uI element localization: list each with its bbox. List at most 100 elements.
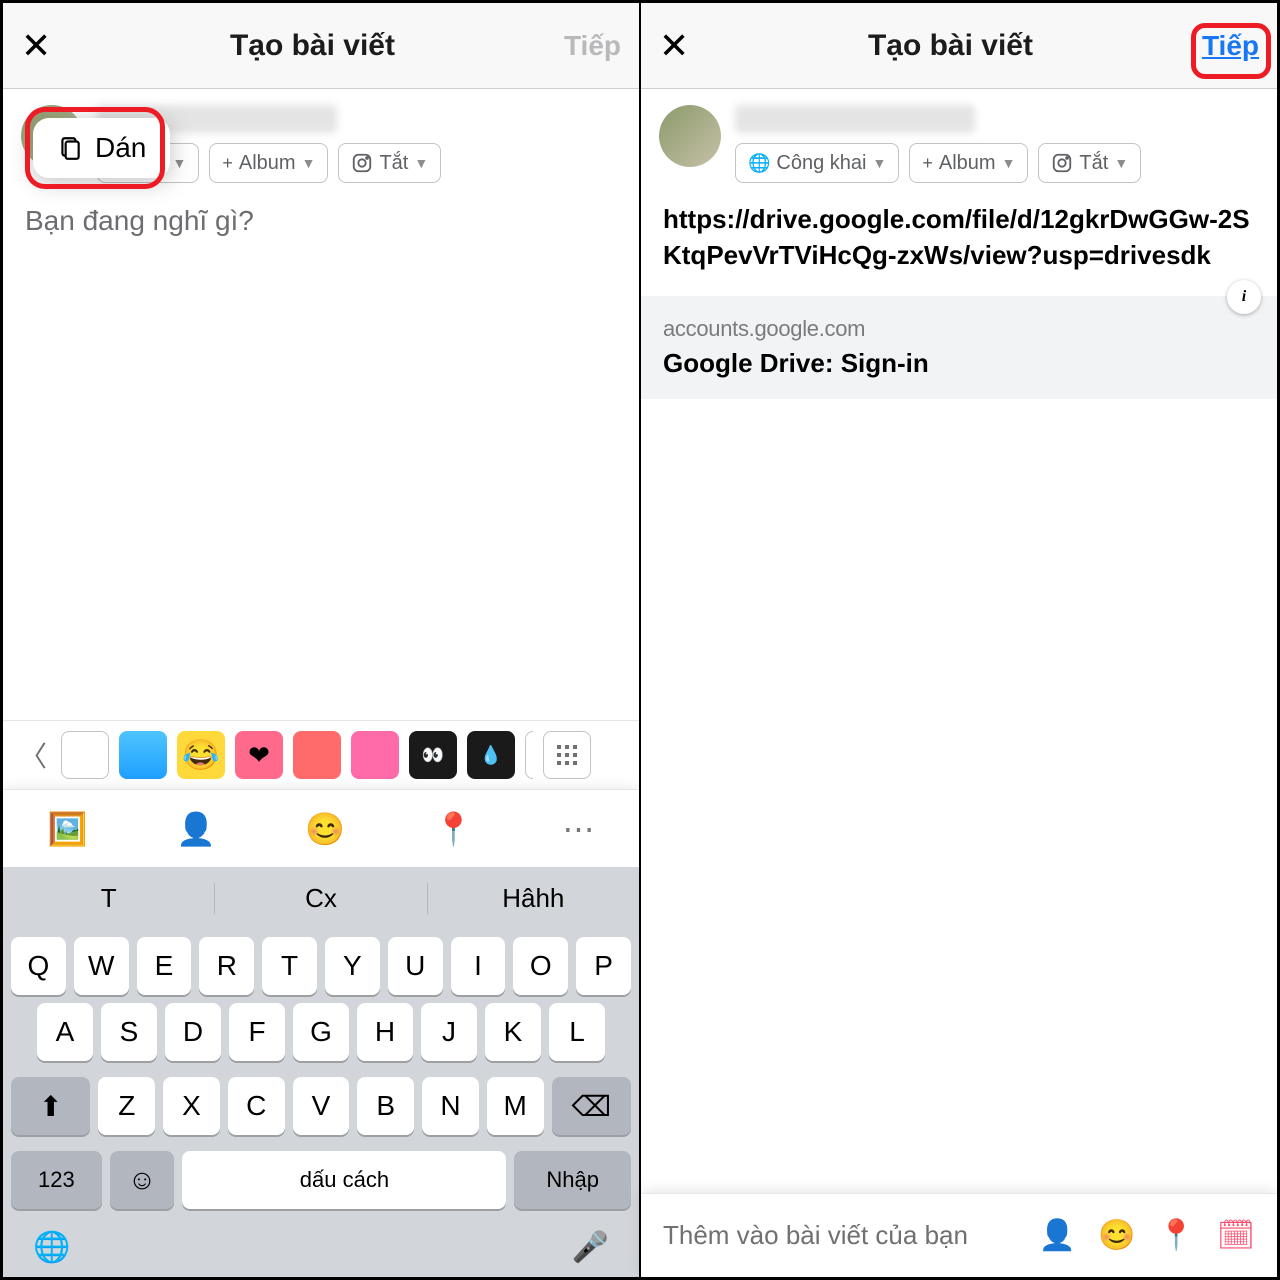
link-preview-title: Google Drive: Sign-in <box>663 348 1255 379</box>
globe-icon[interactable]: 🌐 <box>33 1230 70 1265</box>
bg-option-red[interactable] <box>293 731 341 779</box>
tag-friends-icon[interactable]: 👤 <box>176 810 216 848</box>
key-j[interactable]: J <box>421 1003 477 1061</box>
location-icon[interactable]: 📍 <box>434 810 474 848</box>
key-y[interactable]: Y <box>325 937 380 995</box>
emoji-key[interactable]: ☺ <box>110 1151 175 1209</box>
key-q[interactable]: Q <box>11 937 66 995</box>
key-row-2: A S D F G H J K L <box>3 1003 639 1069</box>
instagram-chip[interactable]: Tắt ▼ <box>1038 143 1141 183</box>
feeling-icon[interactable]: 😊 <box>305 810 345 848</box>
next-button[interactable]: Tiếp <box>1202 30 1259 62</box>
key-v[interactable]: V <box>293 1077 350 1135</box>
link-preview-card[interactable]: i accounts.google.com Google Drive: Sign… <box>641 296 1277 399</box>
close-icon[interactable]: ✕ <box>659 25 699 67</box>
key-h[interactable]: H <box>357 1003 413 1061</box>
key-w[interactable]: W <box>74 937 129 995</box>
key-s[interactable]: S <box>101 1003 157 1061</box>
key-m[interactable]: M <box>487 1077 544 1135</box>
bg-option-blue[interactable] <box>119 731 167 779</box>
privacy-chip[interactable]: 🌐 Công khai ▼ <box>735 143 899 183</box>
gif-icon[interactable]: 🗓 <box>1217 1218 1255 1253</box>
keyboard-bottom-bar: 🌐 🎤 <box>3 1217 639 1277</box>
suggestion-1[interactable]: T <box>3 883 215 914</box>
bg-option-heart[interactable]: ❤ <box>235 731 283 779</box>
chevron-down-icon: ▼ <box>1002 155 1016 171</box>
instagram-icon <box>1051 152 1073 174</box>
plus-icon: + <box>922 153 933 174</box>
key-a[interactable]: A <box>37 1003 93 1061</box>
key-x[interactable]: X <box>163 1077 220 1135</box>
key-r[interactable]: R <box>199 937 254 995</box>
chevron-down-icon: ▼ <box>302 155 316 171</box>
right-screenshot: ✕ Tạo bài viết Tiếp 🌐 Công khai ▼ + Albu… <box>640 0 1280 1280</box>
key-o[interactable]: O <box>513 937 568 995</box>
paste-popover[interactable]: Dán <box>33 118 170 178</box>
suggestion-3[interactable]: Hâhh <box>428 883 639 914</box>
more-icon[interactable]: ⋯ <box>563 810 595 848</box>
bg-option-none[interactable] <box>61 731 109 779</box>
clipboard-icon <box>57 135 83 161</box>
location-icon[interactable]: 📍 <box>1158 1218 1195 1253</box>
next-button[interactable]: Tiếp <box>564 30 621 62</box>
chevron-down-icon: ▼ <box>173 155 187 171</box>
info-icon[interactable]: i <box>1227 280 1261 314</box>
key-l[interactable]: L <box>549 1003 605 1061</box>
backspace-key[interactable]: ⌫ <box>552 1077 631 1135</box>
tag-friends-icon[interactable]: 👤 <box>1039 1218 1076 1253</box>
key-u[interactable]: U <box>388 937 443 995</box>
post-placeholder: Bạn đang nghĩ gì? <box>25 205 254 236</box>
key-i[interactable]: I <box>451 937 506 995</box>
key-k[interactable]: K <box>485 1003 541 1061</box>
mic-icon[interactable]: 🎤 <box>572 1230 609 1265</box>
key-z[interactable]: Z <box>98 1077 155 1135</box>
album-chip[interactable]: + Album ▼ <box>209 143 328 183</box>
numbers-key[interactable]: 123 <box>11 1151 102 1209</box>
key-t[interactable]: T <box>262 937 317 995</box>
composer-meta: 🌐 Công khai ▼ + Album ▼ Tắt ▼ <box>641 89 1277 191</box>
feeling-icon[interactable]: 😊 <box>1098 1218 1135 1253</box>
chevron-down-icon: ▼ <box>414 155 428 171</box>
bg-option-pink[interactable] <box>351 731 399 779</box>
key-e[interactable]: E <box>137 937 192 995</box>
chevron-down-icon: ▼ <box>872 155 886 171</box>
bg-prev-icon[interactable]: 〈 <box>15 735 51 775</box>
paste-label: Dán <box>95 132 146 164</box>
album-chip[interactable]: + Album ▼ <box>909 143 1028 183</box>
key-c[interactable]: C <box>228 1077 285 1135</box>
attachment-bar: 🖼️ 👤 😊 📍 ⋯ <box>3 789 639 867</box>
page-title: Tạo bài viết <box>61 29 564 63</box>
key-b[interactable]: B <box>357 1077 414 1135</box>
bg-option-drops[interactable]: 💧 <box>467 731 515 779</box>
plus-icon: + <box>222 153 233 174</box>
grid-icon <box>557 745 577 765</box>
key-n[interactable]: N <box>422 1077 479 1135</box>
key-g[interactable]: G <box>293 1003 349 1061</box>
background-picker: 〈 😂 ❤ 👀 💧 <box>3 720 639 789</box>
post-textarea[interactable]: Bạn đang nghĩ gì? <box>3 191 639 250</box>
instagram-chip[interactable]: Tắt ▼ <box>338 143 441 183</box>
add-to-post-bar[interactable]: Thêm vào bài viết của bạn 👤 😊 📍 🗓 <box>641 1193 1277 1277</box>
shift-key[interactable]: ⬆ <box>11 1077 90 1135</box>
key-d[interactable]: D <box>165 1003 221 1061</box>
globe-icon: 🌐 <box>748 153 770 174</box>
keyboard: T Cx Hâhh Q W E R T Y U I O P A S D F G … <box>3 867 639 1277</box>
album-label: Album <box>239 152 296 175</box>
bg-option-eyes[interactable]: 👀 <box>409 731 457 779</box>
bg-grid-button[interactable] <box>543 731 591 779</box>
post-textarea[interactable]: https://drive.google.com/file/d/12gkrDwG… <box>641 191 1277 284</box>
space-key[interactable]: dấu cách <box>182 1151 506 1209</box>
link-preview-domain: accounts.google.com <box>663 316 1255 342</box>
bg-option-laugh[interactable]: 😂 <box>177 731 225 779</box>
suggestion-2[interactable]: Cx <box>215 883 427 914</box>
close-icon[interactable]: ✕ <box>21 25 61 67</box>
header: ✕ Tạo bài viết Tiếp <box>3 3 639 89</box>
photo-icon[interactable]: 🖼️ <box>47 810 87 848</box>
privacy-label: Công khai <box>776 152 866 175</box>
enter-key[interactable]: Nhập <box>514 1151 631 1209</box>
post-text: https://drive.google.com/file/d/12gkrDwG… <box>663 204 1250 270</box>
key-p[interactable]: P <box>576 937 631 995</box>
key-row-3: ⬆ Z X C V B N M ⌫ <box>3 1069 639 1143</box>
key-f[interactable]: F <box>229 1003 285 1061</box>
avatar[interactable] <box>659 105 721 167</box>
